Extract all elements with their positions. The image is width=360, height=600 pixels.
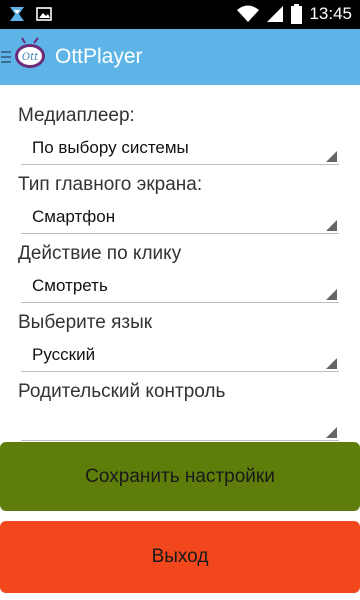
wifi-icon	[237, 5, 260, 22]
main-screen-type-label: Тип главного экрана:	[18, 174, 203, 195]
parental-control-label: Родительский контроль	[18, 381, 226, 402]
media-player-label: Медиаплеер:	[18, 105, 135, 126]
save-settings-button[interactable]: Сохранить настройки	[0, 442, 360, 511]
status-bar: 13:45	[0, 0, 360, 29]
dropdown-arrow-icon	[326, 289, 337, 300]
language-value: Русский	[32, 345, 96, 364]
exit-label: Выход	[151, 546, 209, 567]
status-time: 13:45	[309, 4, 352, 23]
media-player-dropdown[interactable]: По выбору системы	[21, 133, 339, 165]
signal-icon	[267, 6, 284, 22]
status-bar-system: 13:45	[237, 3, 352, 25]
click-action-label: Действие по клику	[18, 243, 182, 264]
image-notification-icon	[36, 7, 52, 21]
save-settings-label: Сохранить настройки	[85, 465, 275, 487]
click-action-dropdown[interactable]: Смотреть	[21, 271, 339, 303]
parental-control-dropdown[interactable]	[21, 409, 339, 441]
click-action-value: Смотреть	[32, 276, 108, 295]
dropdown-arrow-icon	[326, 151, 337, 162]
main-screen-type-dropdown[interactable]: Смартфон	[21, 202, 339, 234]
dropdown-arrow-icon	[326, 358, 337, 369]
logo-text: Ott	[22, 52, 39, 63]
app-title: OttPlayer	[55, 45, 143, 68]
menu-icon[interactable]	[1, 50, 11, 64]
battery-icon	[291, 4, 303, 24]
media-player-value: По выбору системы	[32, 138, 189, 157]
language-label: Выберите язык	[18, 312, 153, 333]
app-notification-icon	[10, 7, 24, 21]
dropdown-arrow-icon	[326, 220, 337, 231]
action-bar: Ott OttPlayer	[0, 29, 360, 85]
dropdown-arrow-icon	[326, 427, 337, 438]
main-screen-type-value: Смартфон	[32, 207, 116, 226]
status-bar-notifications	[8, 5, 52, 23]
language-dropdown[interactable]: Русский	[21, 340, 339, 372]
app-logo-icon[interactable]: Ott	[14, 37, 48, 71]
exit-button[interactable]: Выход	[0, 521, 360, 593]
